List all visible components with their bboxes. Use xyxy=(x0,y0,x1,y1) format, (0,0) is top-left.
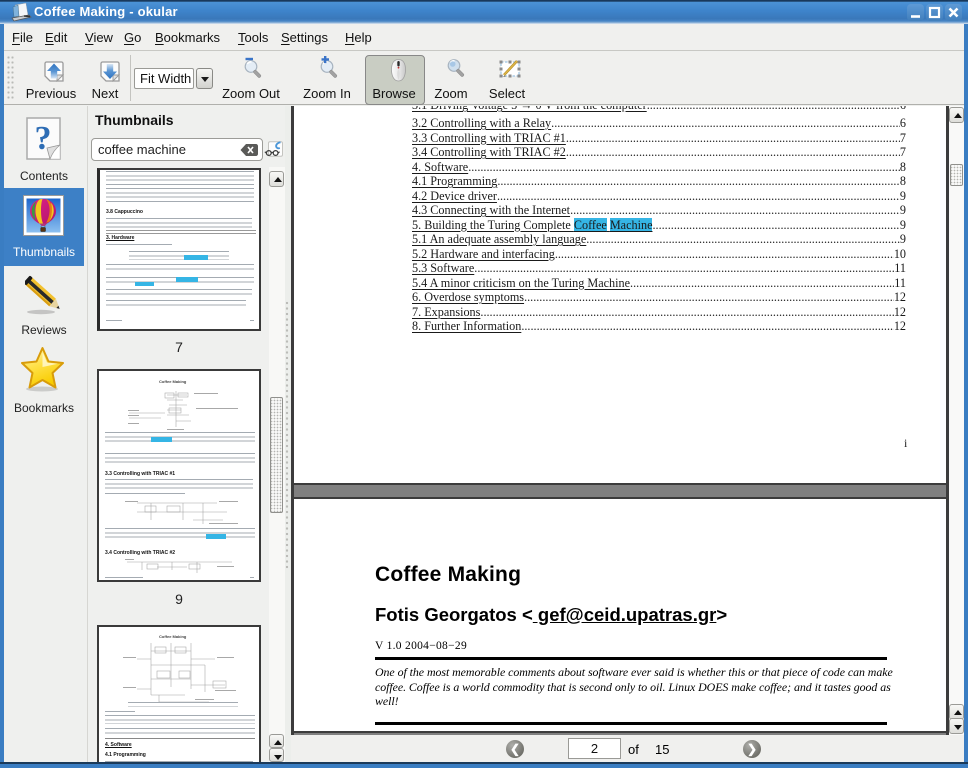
svg-text:?: ? xyxy=(35,120,52,157)
